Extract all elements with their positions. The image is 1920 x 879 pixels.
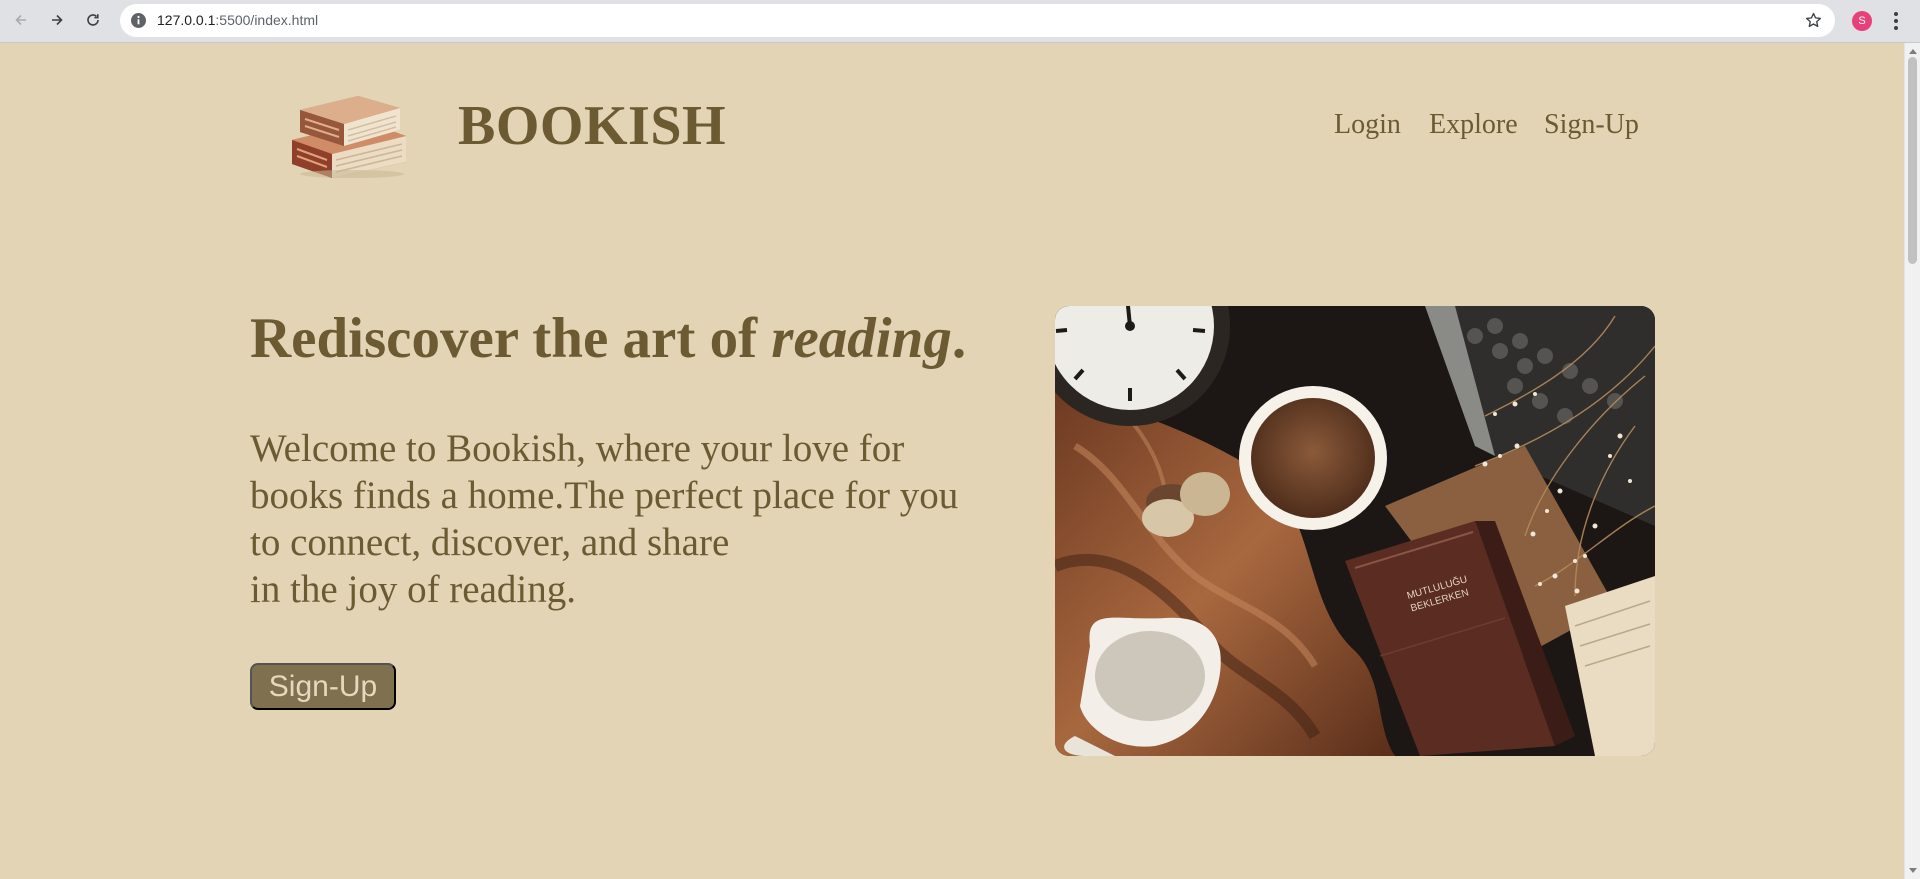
- url-path: :5500/index.html: [215, 12, 319, 28]
- scroll-down-arrow-icon[interactable]: [1909, 868, 1917, 873]
- site-info-icon[interactable]: [130, 12, 147, 29]
- nav-login-link[interactable]: Login: [1334, 108, 1401, 142]
- hero-signup-button[interactable]: Sign-Up: [250, 663, 396, 710]
- forward-button[interactable]: [44, 7, 70, 33]
- forward-arrow-icon: [52, 14, 63, 26]
- hero-photo: MUTLULUĞU BEKLERKEN: [1055, 306, 1655, 756]
- back-button[interactable]: [8, 7, 34, 33]
- hero-intro-text: Welcome to Bookish, where your love for …: [250, 425, 958, 613]
- scrollbar-thumb[interactable]: [1908, 57, 1917, 264]
- nav-explore-link[interactable]: Explore: [1429, 108, 1518, 142]
- books-logo-icon: [292, 96, 406, 178]
- headline-emphasis: reading: [771, 307, 952, 370]
- browser-menu-icon[interactable]: [1886, 10, 1906, 32]
- reload-button[interactable]: [80, 7, 106, 33]
- intro-line: books finds a home.The perfect place for…: [250, 474, 959, 517]
- bookmark-star-icon[interactable]: [1804, 11, 1823, 30]
- hero-headline: Rediscover the art of reading.: [250, 305, 966, 373]
- scroll-up-arrow-icon[interactable]: [1909, 49, 1917, 54]
- intro-line: to connect, discover, and share: [250, 521, 730, 564]
- intro-line: in the joy of reading.: [250, 568, 576, 611]
- page-scrollbar[interactable]: [1904, 43, 1920, 879]
- headline-suffix: .: [951, 307, 967, 370]
- nav-signup-link[interactable]: Sign-Up: [1544, 108, 1639, 142]
- intro-line: Welcome to Bookish, where your love for: [250, 427, 905, 470]
- url-text[interactable]: 127.0.0.1:5500/index.html: [157, 12, 318, 29]
- url-host: 127.0.0.1: [157, 12, 216, 28]
- address-bar[interactable]: 127.0.0.1:5500/index.html: [120, 4, 1835, 37]
- brand-name[interactable]: BOOKISH: [458, 95, 726, 157]
- browser-toolbar: 127.0.0.1:5500/index.html S: [0, 0, 1920, 43]
- headline-prefix: Rediscover the art of: [250, 307, 772, 370]
- reload-icon: [87, 14, 99, 26]
- profile-avatar[interactable]: S: [1852, 11, 1872, 31]
- back-arrow-icon: [15, 14, 26, 26]
